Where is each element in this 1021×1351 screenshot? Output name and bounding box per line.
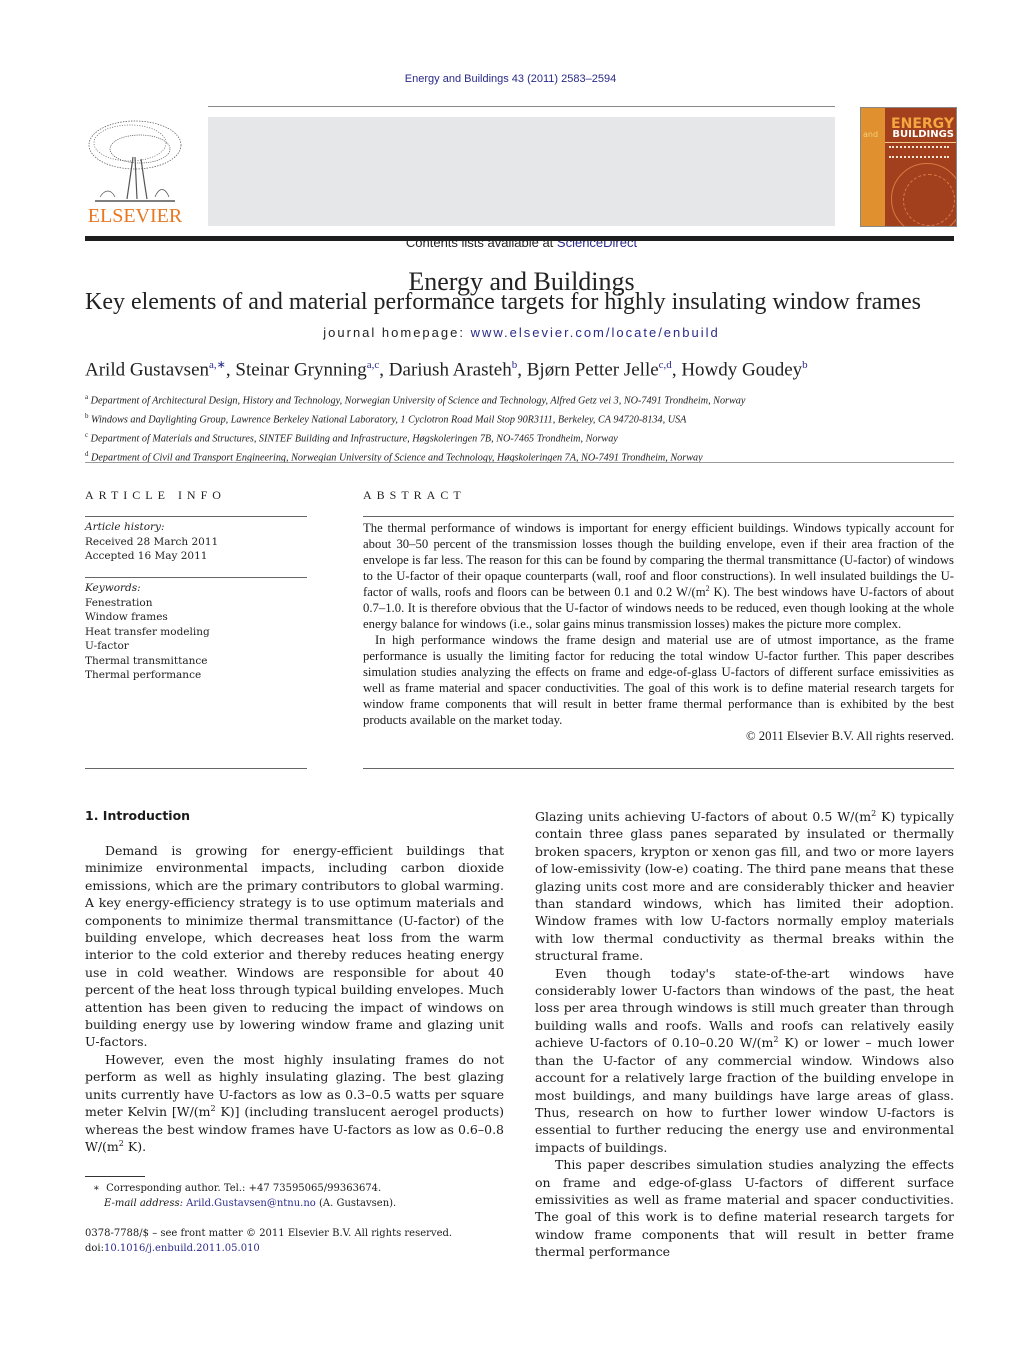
issn-line: 0378-7788/$ – see front matter © 2011 El… (85, 1228, 453, 1239)
keyword: Fenestration (85, 596, 153, 609)
author[interactable]: Howdy Goudey (681, 359, 802, 380)
corresponding-author-footnote: ∗ Corresponding author. Tel.: +47 735950… (93, 1183, 397, 1209)
keyword: Window frames (85, 611, 168, 623)
header-thick-rule (85, 236, 954, 241)
section-divider (85, 462, 954, 463)
author-affiliation-marker[interactable]: b (512, 359, 518, 371)
cover-title-and: and (863, 130, 879, 139)
author-affiliation-marker[interactable]: c,d (659, 359, 672, 371)
body-column-left: Demand is growing for energy-efficient b… (85, 842, 504, 1155)
author[interactable]: Steinar Grynning (235, 359, 366, 380)
divider (363, 516, 954, 517)
author[interactable]: Arild Gustavsen (85, 359, 209, 380)
doi-link[interactable]: 10.1016/j.enbuild.2011.05.010 (104, 1243, 260, 1254)
divider (85, 577, 307, 578)
affiliation: a Department of Architectural Design, Hi… (85, 393, 746, 407)
abstract-copyright: © 2011 Elsevier B.V. All rights reserved… (745, 729, 954, 743)
accepted-date: Accepted 16 May 2011 (85, 550, 208, 562)
header-rule (208, 106, 835, 107)
homepage-link[interactable]: www.elsevier.com/locate/enbuild (471, 325, 720, 340)
abstract-paragraph: The thermal performance of windows is im… (363, 521, 954, 631)
divider (85, 768, 307, 769)
author-affiliation-marker[interactable]: a,c (367, 359, 380, 371)
body-column-right: Glazing units achieving U-factors of abo… (535, 808, 954, 1261)
journal-banner: Contents lists available at ScienceDirec… (208, 117, 835, 340)
article-title: Key elements of and material performance… (85, 289, 921, 315)
cover-title-buildings: BUILDINGS (892, 129, 954, 140)
body-paragraph: However, even the most highly insulating… (85, 1051, 504, 1154)
divider (363, 768, 954, 769)
keyword: Heat transfer modeling (85, 625, 210, 638)
author[interactable]: Dariush Arasteh (389, 359, 512, 380)
body-paragraph: This paper describes simulation studies … (535, 1157, 954, 1260)
journal-homepage: journal homepage: www.elsevier.com/locat… (323, 325, 720, 340)
body-paragraph: Even though today's state-of-the-art win… (535, 965, 955, 1155)
affiliation: b Windows and Daylighting Group, Lawrenc… (85, 411, 687, 426)
affiliations: a Department of Architectural Design, Hi… (85, 390, 955, 466)
body-paragraph: Demand is growing for energy-efficient b… (85, 843, 504, 1050)
keyword: Thermal transmittance (85, 654, 208, 667)
footnote-rule (85, 1176, 145, 1177)
abstract-heading: ABSTRACT (363, 488, 466, 502)
section-heading-introduction: 1. Introduction (85, 808, 191, 823)
author-list: Arild Gustavsena,∗, Steinar Grynninga,c,… (85, 359, 808, 381)
author-email-link[interactable]: Arild.Gustavsen@ntnu.no (186, 1198, 316, 1209)
history-label: Article history: (85, 521, 165, 533)
article-info-heading: ARTICLE INFO (85, 488, 226, 502)
author-affiliation-marker[interactable]: a,∗ (209, 359, 226, 371)
affiliation: c Department of Materials and Structures… (85, 430, 618, 445)
issn-and-doi: 0378-7788/$ – see front matter © 2011 El… (85, 1226, 515, 1256)
divider (85, 516, 307, 517)
author-affiliation-marker[interactable]: b (802, 359, 808, 371)
received-date: Received 28 March 2011 (85, 535, 219, 548)
keywords-label: Keywords: (85, 582, 141, 594)
author[interactable]: Bjørn Petter Jelle (527, 359, 659, 380)
article-history: Article history: Received 28 March 2011 … (85, 520, 307, 564)
journal-cover-image: ENERGY and BUILDINGS (860, 107, 957, 227)
journal-citation-link[interactable]: Energy and Buildings 43 (2011) 2583–2594 (0, 73, 1021, 85)
tree-icon (88, 120, 182, 202)
body-paragraph: Glazing units achieving U-factors of abo… (535, 808, 954, 964)
keyword: U-factor (85, 640, 129, 652)
elsevier-wordmark: ELSEVIER (87, 205, 183, 227)
keyword: Thermal performance (85, 669, 202, 681)
abstract-body: The thermal performance of windows is im… (363, 520, 954, 744)
abstract-paragraph: In high performance windows the frame de… (363, 633, 954, 727)
keywords: Keywords: Fenestration Window frames Hea… (85, 581, 307, 683)
